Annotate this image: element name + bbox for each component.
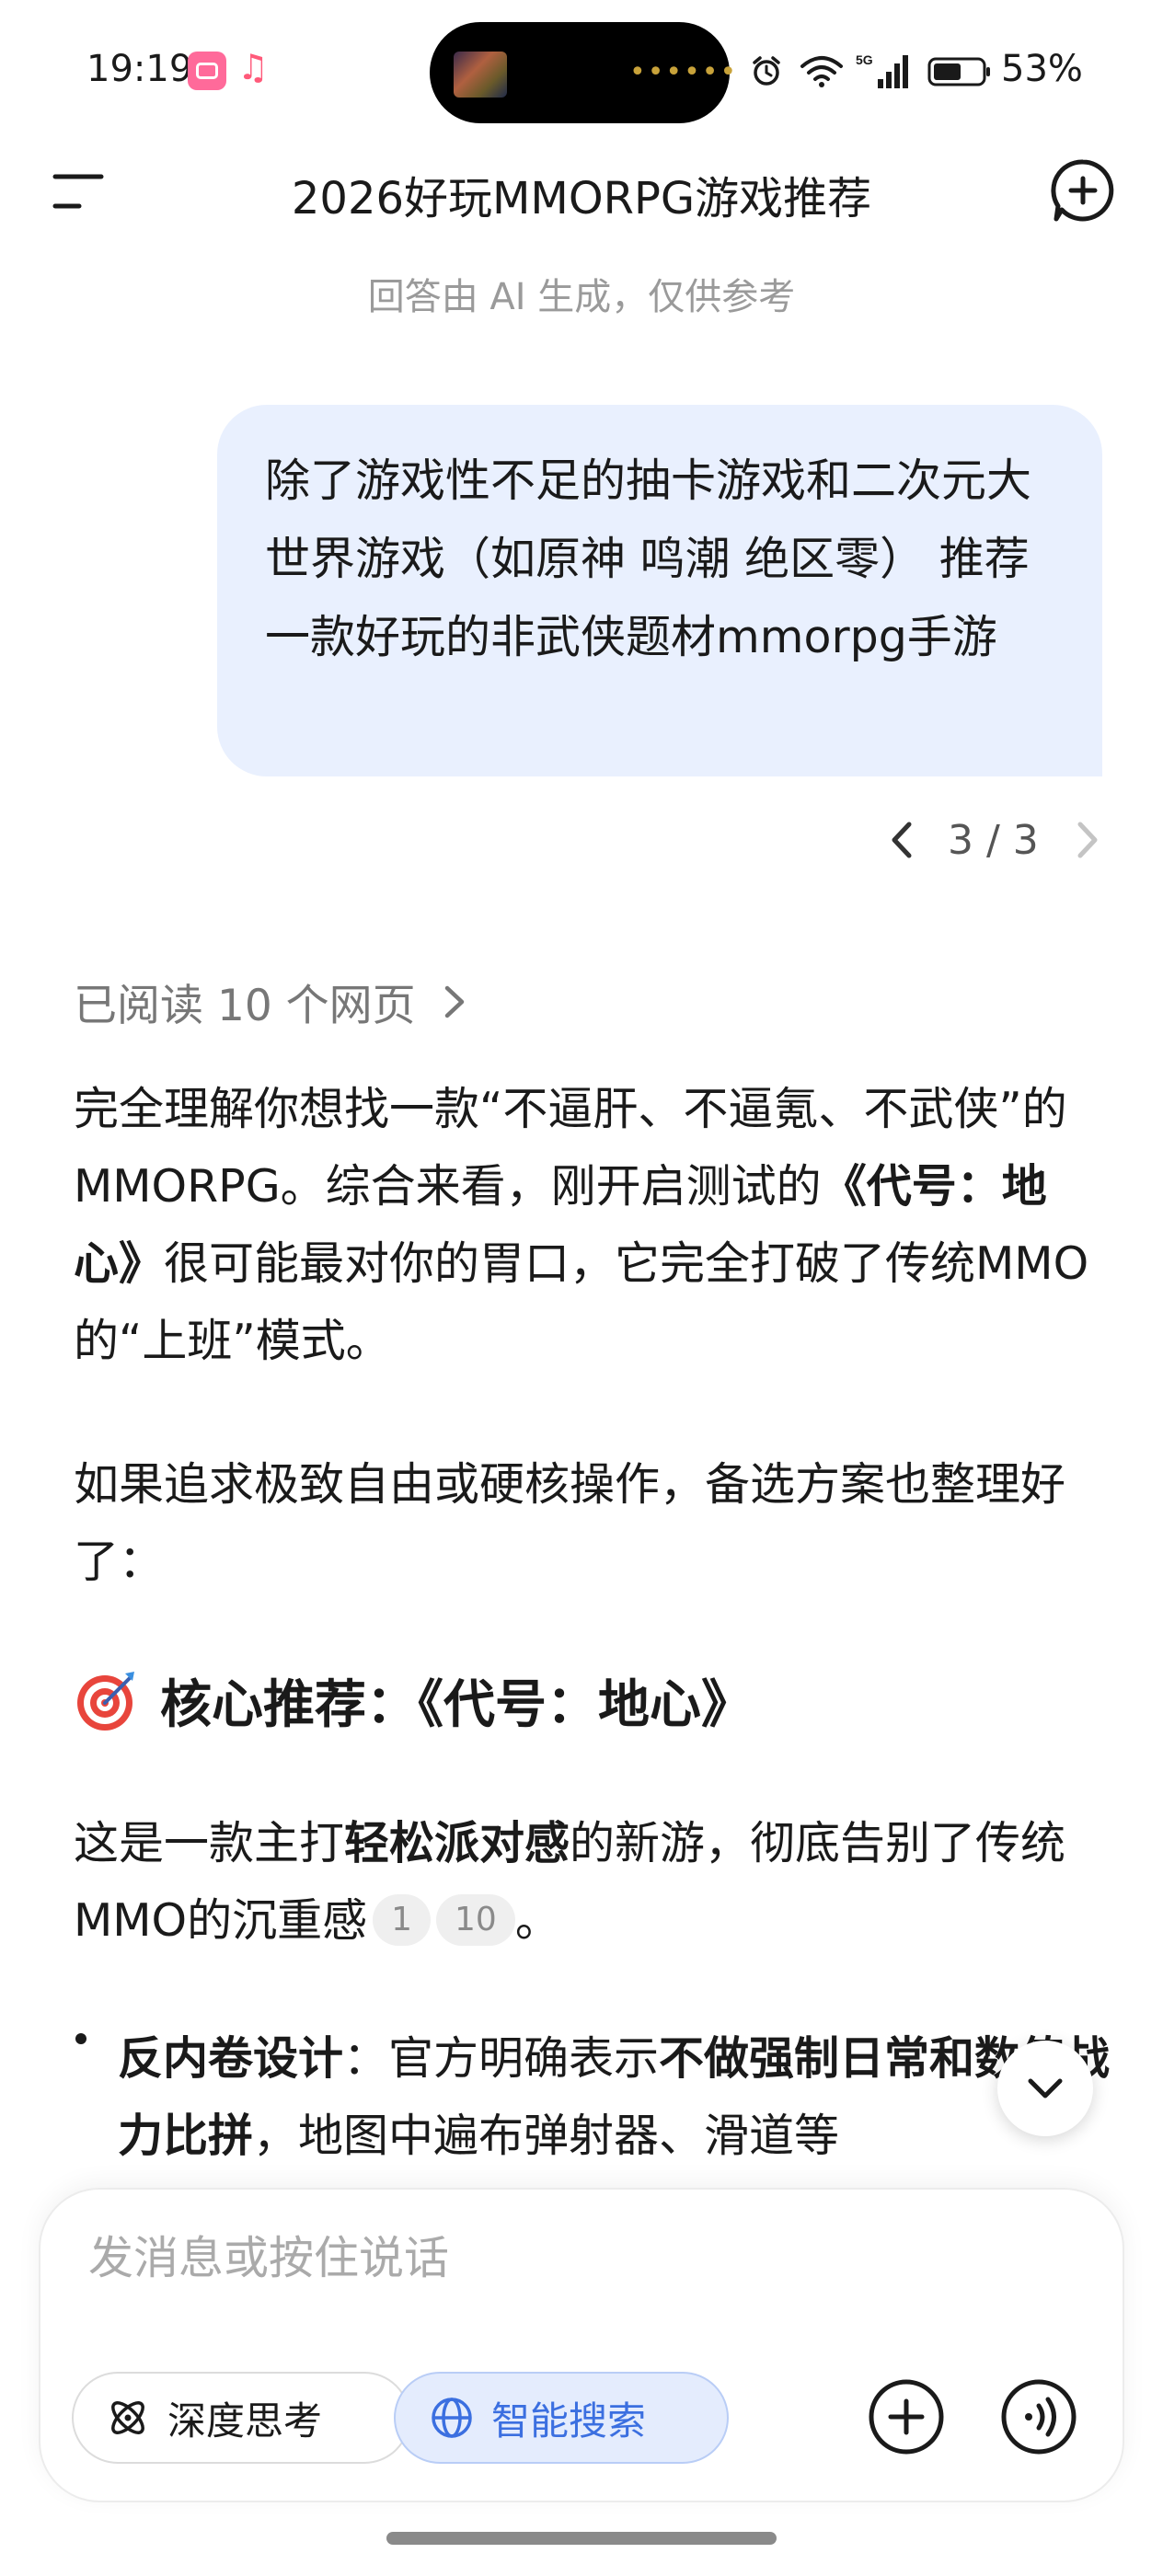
scroll-to-bottom-button[interactable] <box>997 2041 1093 2136</box>
new-chat-icon[interactable] <box>1051 158 1115 223</box>
status-time: 19:19 <box>86 48 193 90</box>
answer-text: ，地图中遍布弹射器、滑道等 <box>253 2110 840 2162</box>
now-playing-artwork <box>454 52 507 98</box>
wifi-icon <box>800 56 843 87</box>
smart-search-label: 智能搜索 <box>491 2398 647 2444</box>
answer-bold-text: 轻松派对感 <box>344 1817 570 1869</box>
add-attachment-plus-icon[interactable] <box>865 2375 948 2458</box>
signal-5g-icon: 5G <box>856 52 908 88</box>
audio-waveform-icon: •••••• <box>629 56 739 88</box>
alarm-icon <box>753 56 780 86</box>
section-heading-text: 核心推荐：《代号：地心》 <box>160 1675 753 1735</box>
answer-paragraph: 如果追求极致自由或硬核操作，备选方案也整理好了： <box>74 1458 1066 1588</box>
answer-text: 这是一款主打 <box>74 1817 345 1869</box>
answer-text: ：官方明确表示 <box>343 2032 660 2085</box>
ai-disclaimer: 回答由 AI 生成，仅供参考 <box>367 276 796 318</box>
answer-page-indicator: 3 / 3 <box>948 817 1039 864</box>
user-message-bubble: 除了游戏性不足的抽卡游戏和二次元大世界游戏（如原神 鸣潮 绝区零） 推荐一款好玩… <box>217 405 1102 776</box>
battery-percentage: 53% <box>1001 48 1083 90</box>
list-item: 反内卷设计：官方明确表示不做强制日常和数值战力比拼，地图中遍布弹射器、滑道等 <box>118 2020 1130 2175</box>
sources-label: 已阅读 10 个网页 <box>74 981 416 1031</box>
bullet-point <box>75 2033 86 2044</box>
bilibili-app-icon <box>188 52 226 90</box>
home-indicator[interactable] <box>386 2532 777 2545</box>
globe-icon <box>432 2398 472 2438</box>
answer-paragraph: 完全理解你想找一款“不逼肝、不逼氪、不武侠”的MMORPG。综合来看，刚开启测试… <box>74 1071 1095 1380</box>
deep-think-button[interactable]: 深度思考 <box>72 2372 410 2464</box>
citation-badge[interactable]: 10 <box>436 1894 515 1946</box>
message-input[interactable] <box>88 2221 1008 2294</box>
chevron-down-icon <box>1028 2078 1063 2099</box>
message-composer: 深度思考 智能搜索 <box>40 2190 1123 2501</box>
battery-icon <box>927 57 990 86</box>
atom-icon <box>111 2401 144 2434</box>
sources-link[interactable]: 已阅读 10 个网页 <box>74 970 473 1033</box>
chevron-right-icon <box>444 985 464 1018</box>
citation-badge[interactable]: 1 <box>373 1894 432 1946</box>
user-message-text: 除了游戏性不足的抽卡游戏和二次元大世界游戏（如原神 鸣潮 绝区零） 推荐一款好玩… <box>265 454 1032 663</box>
answer-paragraph: 这是一款主打轻松派对感的新游，彻底告别了传统MMO的沉重感 1 10。 <box>74 1805 1095 1960</box>
answer-text: 很可能最对你的胃口，它完全打破了传统MMO的“上班”模式。 <box>74 1237 1089 1367</box>
svg-text:5G: 5G <box>856 52 873 67</box>
next-answer-chevron-right-icon[interactable] <box>1073 815 1104 865</box>
voice-call-icon[interactable] <box>997 2375 1080 2458</box>
smart-search-button[interactable]: 智能搜索 <box>394 2372 729 2464</box>
deep-think-label: 深度思考 <box>167 2398 323 2444</box>
page-title: 2026好玩MMORPG游戏推荐 <box>291 173 872 224</box>
list-item-title: 反内卷设计 <box>118 2032 344 2085</box>
section-heading: 核心推荐：《代号：地心》 <box>74 1663 753 1738</box>
previous-answer-chevron-left-icon[interactable] <box>885 815 916 865</box>
target-dart-icon <box>77 1671 134 1731</box>
answer-text: 。 <box>514 1894 560 1947</box>
music-icon: ♫ <box>237 47 270 87</box>
